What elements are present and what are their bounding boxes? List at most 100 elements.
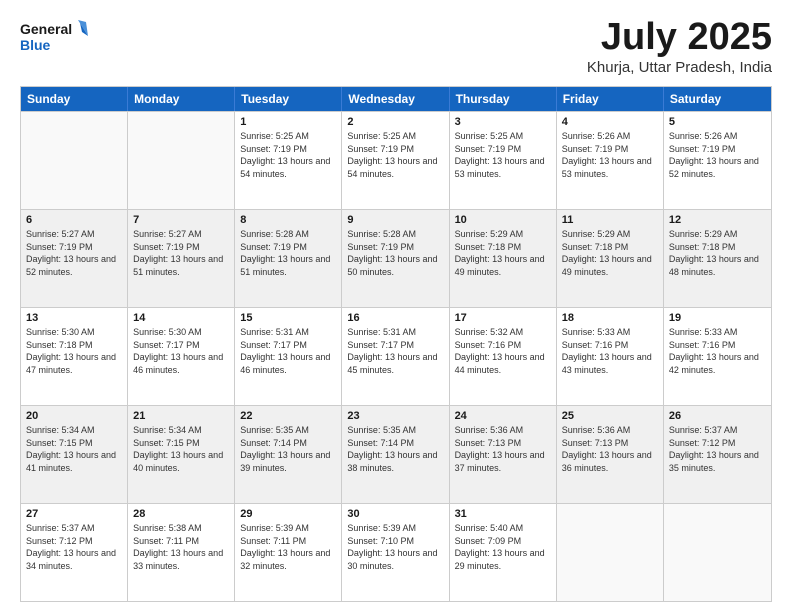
- cal-cell-5-2: 28 Sunrise: 5:38 AM Sunset: 7:11 PM Dayl…: [128, 504, 235, 601]
- cell-sunrise: Sunrise: 5:26 AM: [562, 130, 658, 143]
- cal-cell-4-7: 26 Sunrise: 5:37 AM Sunset: 7:12 PM Dayl…: [664, 406, 771, 503]
- calendar-header: Sunday Monday Tuesday Wednesday Thursday…: [21, 87, 771, 111]
- cal-cell-4-5: 24 Sunrise: 5:36 AM Sunset: 7:13 PM Dayl…: [450, 406, 557, 503]
- cal-cell-4-1: 20 Sunrise: 5:34 AM Sunset: 7:15 PM Dayl…: [21, 406, 128, 503]
- cal-row-4: 20 Sunrise: 5:34 AM Sunset: 7:15 PM Dayl…: [21, 405, 771, 503]
- header-friday: Friday: [557, 87, 664, 111]
- cell-sunrise: Sunrise: 5:37 AM: [669, 424, 766, 437]
- cell-sunrise: Sunrise: 5:26 AM: [669, 130, 766, 143]
- cell-sunrise: Sunrise: 5:25 AM: [240, 130, 336, 143]
- cal-cell-2-4: 9 Sunrise: 5:28 AM Sunset: 7:19 PM Dayli…: [342, 210, 449, 307]
- cal-cell-5-7: [664, 504, 771, 601]
- cal-cell-3-3: 15 Sunrise: 5:31 AM Sunset: 7:17 PM Dayl…: [235, 308, 342, 405]
- cell-sunset: Sunset: 7:13 PM: [562, 437, 658, 450]
- cal-row-1: 1 Sunrise: 5:25 AM Sunset: 7:19 PM Dayli…: [21, 111, 771, 209]
- cell-sunset: Sunset: 7:19 PM: [669, 143, 766, 156]
- cal-cell-4-6: 25 Sunrise: 5:36 AM Sunset: 7:13 PM Dayl…: [557, 406, 664, 503]
- cell-sunset: Sunset: 7:16 PM: [562, 339, 658, 352]
- cal-cell-1-2: [128, 112, 235, 209]
- header-saturday: Saturday: [664, 87, 771, 111]
- cell-sunrise: Sunrise: 5:39 AM: [240, 522, 336, 535]
- cal-cell-1-1: [21, 112, 128, 209]
- day-number: 28: [133, 508, 229, 520]
- cell-sunrise: Sunrise: 5:29 AM: [455, 228, 551, 241]
- cal-cell-1-7: 5 Sunrise: 5:26 AM Sunset: 7:19 PM Dayli…: [664, 112, 771, 209]
- cal-cell-5-1: 27 Sunrise: 5:37 AM Sunset: 7:12 PM Dayl…: [21, 504, 128, 601]
- cell-sunset: Sunset: 7:19 PM: [562, 143, 658, 156]
- cal-row-5: 27 Sunrise: 5:37 AM Sunset: 7:12 PM Dayl…: [21, 503, 771, 601]
- day-number: 23: [347, 410, 443, 422]
- cell-sunrise: Sunrise: 5:35 AM: [347, 424, 443, 437]
- cell-sunrise: Sunrise: 5:33 AM: [669, 326, 766, 339]
- cal-cell-4-2: 21 Sunrise: 5:34 AM Sunset: 7:15 PM Dayl…: [128, 406, 235, 503]
- cal-cell-2-6: 11 Sunrise: 5:29 AM Sunset: 7:18 PM Dayl…: [557, 210, 664, 307]
- cell-sunset: Sunset: 7:18 PM: [562, 241, 658, 254]
- day-number: 4: [562, 116, 658, 128]
- cell-sunset: Sunset: 7:16 PM: [669, 339, 766, 352]
- cal-cell-2-1: 6 Sunrise: 5:27 AM Sunset: 7:19 PM Dayli…: [21, 210, 128, 307]
- cell-sunrise: Sunrise: 5:30 AM: [133, 326, 229, 339]
- cell-daylight: Daylight: 13 hours and 51 minutes.: [240, 253, 336, 278]
- day-number: 5: [669, 116, 766, 128]
- cell-sunset: Sunset: 7:19 PM: [240, 241, 336, 254]
- cell-daylight: Daylight: 13 hours and 46 minutes.: [240, 351, 336, 376]
- cell-sunrise: Sunrise: 5:28 AM: [347, 228, 443, 241]
- day-number: 26: [669, 410, 766, 422]
- location: Khurja, Uttar Pradesh, India: [587, 59, 772, 76]
- cell-sunset: Sunset: 7:18 PM: [669, 241, 766, 254]
- cell-daylight: Daylight: 13 hours and 39 minutes.: [240, 449, 336, 474]
- cell-sunset: Sunset: 7:19 PM: [347, 143, 443, 156]
- cell-sunset: Sunset: 7:18 PM: [455, 241, 551, 254]
- day-number: 17: [455, 312, 551, 324]
- cal-cell-2-7: 12 Sunrise: 5:29 AM Sunset: 7:18 PM Dayl…: [664, 210, 771, 307]
- cell-daylight: Daylight: 13 hours and 48 minutes.: [669, 253, 766, 278]
- header-monday: Monday: [128, 87, 235, 111]
- day-number: 10: [455, 214, 551, 226]
- cell-daylight: Daylight: 13 hours and 40 minutes.: [133, 449, 229, 474]
- cell-daylight: Daylight: 13 hours and 47 minutes.: [26, 351, 122, 376]
- cell-sunrise: Sunrise: 5:32 AM: [455, 326, 551, 339]
- svg-text:General: General: [20, 21, 72, 37]
- cell-sunset: Sunset: 7:15 PM: [26, 437, 122, 450]
- header-wednesday: Wednesday: [342, 87, 449, 111]
- day-number: 30: [347, 508, 443, 520]
- cal-cell-1-5: 3 Sunrise: 5:25 AM Sunset: 7:19 PM Dayli…: [450, 112, 557, 209]
- cell-daylight: Daylight: 13 hours and 50 minutes.: [347, 253, 443, 278]
- cell-sunrise: Sunrise: 5:36 AM: [455, 424, 551, 437]
- cal-cell-2-5: 10 Sunrise: 5:29 AM Sunset: 7:18 PM Dayl…: [450, 210, 557, 307]
- cell-sunset: Sunset: 7:10 PM: [347, 535, 443, 548]
- cal-cell-3-5: 17 Sunrise: 5:32 AM Sunset: 7:16 PM Dayl…: [450, 308, 557, 405]
- cell-daylight: Daylight: 13 hours and 35 minutes.: [669, 449, 766, 474]
- cell-daylight: Daylight: 13 hours and 51 minutes.: [133, 253, 229, 278]
- cell-sunset: Sunset: 7:17 PM: [133, 339, 229, 352]
- page: General Blue July 2025 Khurja, Uttar Pra…: [0, 0, 792, 612]
- logo: General Blue: [20, 18, 90, 56]
- cal-cell-5-3: 29 Sunrise: 5:39 AM Sunset: 7:11 PM Dayl…: [235, 504, 342, 601]
- cell-daylight: Daylight: 13 hours and 45 minutes.: [347, 351, 443, 376]
- cell-sunset: Sunset: 7:14 PM: [240, 437, 336, 450]
- day-number: 14: [133, 312, 229, 324]
- cal-cell-5-5: 31 Sunrise: 5:40 AM Sunset: 7:09 PM Dayl…: [450, 504, 557, 601]
- day-number: 8: [240, 214, 336, 226]
- cell-daylight: Daylight: 13 hours and 46 minutes.: [133, 351, 229, 376]
- day-number: 25: [562, 410, 658, 422]
- cell-sunset: Sunset: 7:09 PM: [455, 535, 551, 548]
- cell-sunrise: Sunrise: 5:38 AM: [133, 522, 229, 535]
- month-title: July 2025: [587, 18, 772, 56]
- cell-sunset: Sunset: 7:19 PM: [26, 241, 122, 254]
- cell-sunrise: Sunrise: 5:35 AM: [240, 424, 336, 437]
- cell-daylight: Daylight: 13 hours and 38 minutes.: [347, 449, 443, 474]
- calendar: Sunday Monday Tuesday Wednesday Thursday…: [20, 86, 772, 602]
- header-tuesday: Tuesday: [235, 87, 342, 111]
- cal-cell-2-3: 8 Sunrise: 5:28 AM Sunset: 7:19 PM Dayli…: [235, 210, 342, 307]
- cal-cell-5-4: 30 Sunrise: 5:39 AM Sunset: 7:10 PM Dayl…: [342, 504, 449, 601]
- cell-daylight: Daylight: 13 hours and 53 minutes.: [455, 155, 551, 180]
- cell-daylight: Daylight: 13 hours and 30 minutes.: [347, 547, 443, 572]
- cell-sunset: Sunset: 7:19 PM: [347, 241, 443, 254]
- cell-sunset: Sunset: 7:11 PM: [240, 535, 336, 548]
- cal-cell-3-4: 16 Sunrise: 5:31 AM Sunset: 7:17 PM Dayl…: [342, 308, 449, 405]
- header-sunday: Sunday: [21, 87, 128, 111]
- day-number: 12: [669, 214, 766, 226]
- cell-sunset: Sunset: 7:19 PM: [240, 143, 336, 156]
- day-number: 2: [347, 116, 443, 128]
